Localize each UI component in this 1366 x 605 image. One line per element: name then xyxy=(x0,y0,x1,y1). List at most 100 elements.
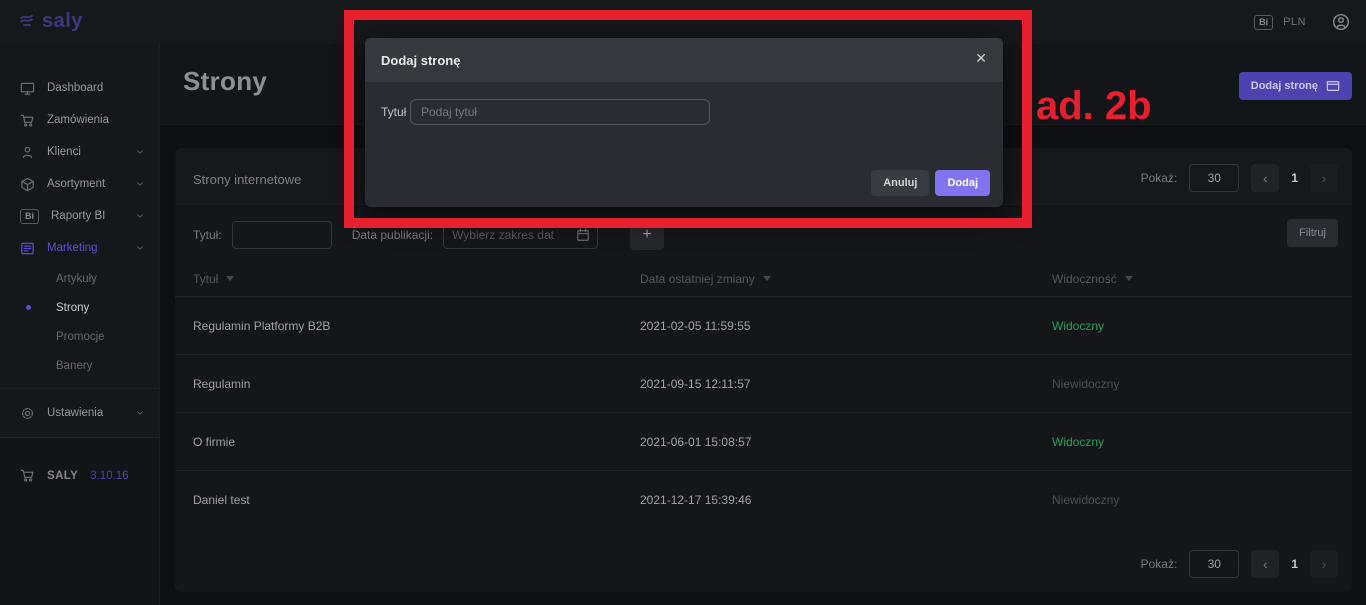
logo-cart-icon xyxy=(18,12,38,32)
sidebar: Dashboard Zamówienia Klienci Asortyment … xyxy=(0,44,160,605)
sidebar-item-ustawienia[interactable]: Ustawienia xyxy=(0,397,159,429)
browser-window-icon xyxy=(1326,79,1340,93)
cart-icon xyxy=(20,468,35,483)
add-page-button-label: Dodaj stronę xyxy=(1251,80,1318,92)
sidebar-item-asortyment[interactable]: Asortyment xyxy=(0,168,159,200)
app-logo[interactable]: saly xyxy=(18,10,83,33)
date-filter-wrap xyxy=(443,221,598,249)
column-header-visibility[interactable]: Widoczność xyxy=(1052,272,1352,286)
sidebar-item-marketing[interactable]: Marketing xyxy=(0,232,159,264)
monitor-icon xyxy=(20,81,35,96)
close-icon[interactable]: ✕ xyxy=(975,51,987,65)
bi-report-icon: Bi xyxy=(20,209,39,224)
news-icon xyxy=(20,241,35,256)
table-row[interactable]: Regulamin Platformy B2B 2021-02-05 11:59… xyxy=(175,297,1352,355)
panel-title: Strony internetowe xyxy=(193,172,301,187)
app-window: saly Bi PLN Dashboard Zamówienia Klienci xyxy=(0,0,1366,605)
modal-title-input[interactable] xyxy=(410,99,710,125)
sidebar-footer: SALY 3.10.16 xyxy=(0,437,159,605)
sidebar-subitem-label: Strony xyxy=(56,302,89,314)
logo-text: saly xyxy=(42,10,83,33)
sidebar-subitem-banery[interactable]: Banery xyxy=(0,351,159,380)
sidebar-subitem-label: Promocje xyxy=(56,331,105,343)
sidebar-subitem-artykuly[interactable]: Artykuły xyxy=(0,264,159,293)
next-page-button[interactable]: › xyxy=(1310,550,1338,578)
cancel-button[interactable]: Anuluj xyxy=(871,170,929,196)
row-visibility: Widoczny xyxy=(1052,435,1352,449)
brand-name: SALY xyxy=(47,470,78,482)
sidebar-item-label: Zamówienia xyxy=(47,114,109,126)
per-page-label: Pokaż: xyxy=(1141,557,1178,571)
table-row[interactable]: O firmie 2021-06-01 15:08:57 Widoczny xyxy=(175,413,1352,471)
per-page-label: Pokaż: xyxy=(1141,171,1178,185)
row-date: 2021-12-17 15:39:46 xyxy=(640,493,1052,507)
sidebar-item-label: Asortyment xyxy=(47,178,105,190)
row-visibility: Niewidoczny xyxy=(1052,493,1352,507)
sidebar-item-label: Marketing xyxy=(47,242,98,254)
column-header-label: Data ostatniej zmiany xyxy=(640,272,755,286)
column-header-label: Tytuł xyxy=(193,272,218,286)
sidebar-subitem-label: Banery xyxy=(56,360,92,372)
modal-body: Tytuł xyxy=(365,82,1003,163)
modal-title-field-label: Tytuł xyxy=(381,105,406,119)
sidebar-divider xyxy=(0,388,159,389)
modal-header: Dodaj stronę ✕ xyxy=(365,38,1003,82)
date-filter-label: Data publikacji: xyxy=(352,228,433,242)
version-row: SALY 3.10.16 xyxy=(0,438,159,483)
topbar-right: Bi PLN xyxy=(1254,0,1350,44)
column-header-title[interactable]: Tytuł xyxy=(175,272,640,286)
cart-icon xyxy=(20,113,35,128)
page-title: Strony xyxy=(183,66,267,97)
person-icon xyxy=(20,145,35,160)
row-title: Regulamin xyxy=(175,377,640,391)
sidebar-item-raporty-bi[interactable]: Bi Raporty BI xyxy=(0,200,159,232)
row-visibility: Widoczny xyxy=(1052,319,1352,333)
add-filter-button[interactable]: + xyxy=(630,220,664,250)
row-date: 2021-02-05 11:59:55 xyxy=(640,319,1052,333)
filter-submit-button[interactable]: Filtruj xyxy=(1287,219,1338,247)
user-account-icon[interactable] xyxy=(1332,13,1350,31)
modal-title: Dodaj stronę xyxy=(381,53,460,68)
sidebar-subitem-promocje[interactable]: Promocje xyxy=(0,322,159,351)
row-date: 2021-06-01 15:08:57 xyxy=(640,435,1052,449)
next-page-button[interactable]: › xyxy=(1310,164,1338,192)
add-page-modal: Dodaj stronę ✕ Tytuł Anuluj Dodaj xyxy=(365,38,1003,207)
active-dot xyxy=(26,305,31,310)
chevron-down-icon xyxy=(135,147,145,157)
app-version[interactable]: 3.10.16 xyxy=(90,470,128,482)
per-page-input[interactable] xyxy=(1189,550,1239,578)
chevron-down-icon xyxy=(135,211,145,221)
currency-label[interactable]: PLN xyxy=(1283,16,1306,28)
sidebar-item-dashboard[interactable]: Dashboard xyxy=(0,72,159,104)
confirm-add-button[interactable]: Dodaj xyxy=(935,170,990,196)
sidebar-item-klienci[interactable]: Klienci xyxy=(0,136,159,168)
row-title: Regulamin Platformy B2B xyxy=(175,319,640,333)
table-row[interactable]: Regulamin 2021-09-15 12:11:57 Niewidoczn… xyxy=(175,355,1352,413)
table-row[interactable]: Daniel test 2021-12-17 15:39:46 Niewidoc… xyxy=(175,471,1352,529)
sort-icon xyxy=(226,276,234,281)
calendar-icon[interactable] xyxy=(576,228,590,242)
title-filter-label: Tytuł: xyxy=(193,228,222,242)
sidebar-item-label: Ustawienia xyxy=(47,407,103,419)
row-title: O firmie xyxy=(175,435,640,449)
sort-icon xyxy=(1125,276,1133,281)
chevron-down-icon xyxy=(135,179,145,189)
pages-table: Tytuł Data ostatniej zmiany Widoczność R… xyxy=(175,261,1352,529)
row-date: 2021-09-15 12:11:57 xyxy=(640,377,1052,391)
prev-page-button[interactable]: ‹ xyxy=(1251,164,1279,192)
prev-page-button[interactable]: ‹ xyxy=(1251,550,1279,578)
gear-icon xyxy=(20,406,35,421)
current-page: 1 xyxy=(1291,171,1298,185)
per-page-input[interactable] xyxy=(1189,164,1239,192)
add-page-button[interactable]: Dodaj stronę xyxy=(1239,72,1352,100)
sidebar-item-label: Klienci xyxy=(47,146,81,158)
banknote-icon: Bi xyxy=(1254,15,1273,30)
sidebar-subitem-strony[interactable]: Strony xyxy=(0,293,159,322)
title-filter-input[interactable] xyxy=(232,221,332,249)
date-range-input[interactable] xyxy=(443,221,598,249)
current-page: 1 xyxy=(1291,557,1298,571)
table-header-row: Tytuł Data ostatniej zmiany Widoczność xyxy=(175,261,1352,297)
sidebar-item-label: Raporty BI xyxy=(51,210,105,222)
sidebar-item-zamowienia[interactable]: Zamówienia xyxy=(0,104,159,136)
column-header-date[interactable]: Data ostatniej zmiany xyxy=(640,272,1052,286)
